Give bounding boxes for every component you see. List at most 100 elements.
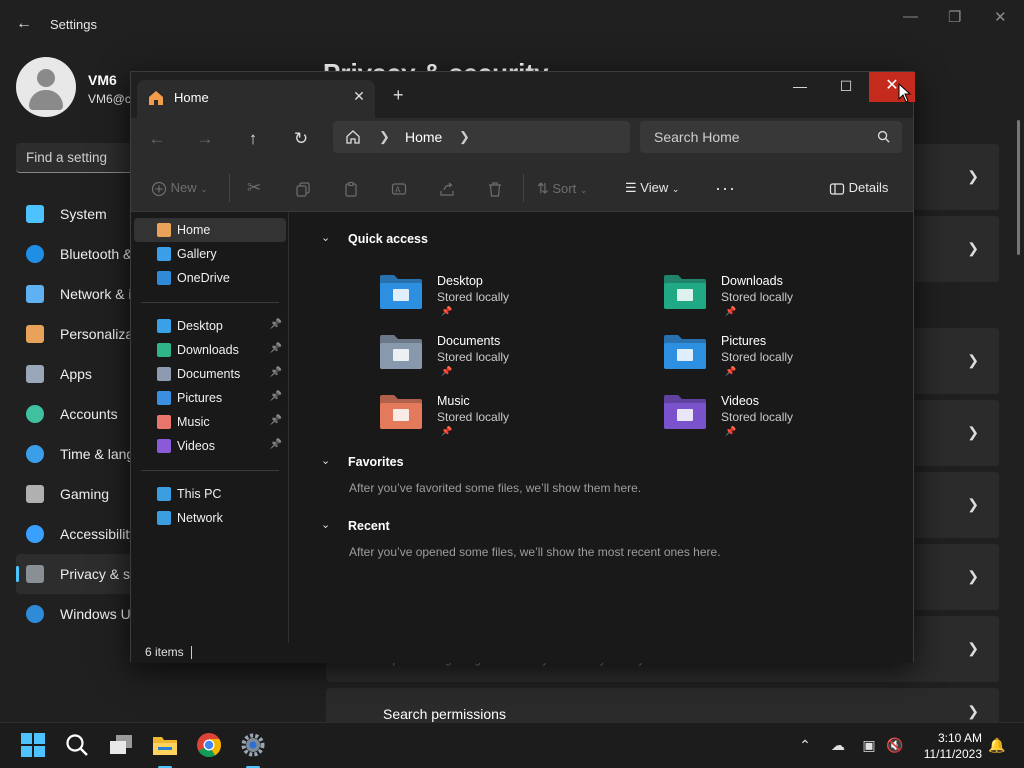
chevron-right-icon: ❯ <box>967 352 979 368</box>
chevron-up-icon[interactable]: ⌃ <box>796 736 814 754</box>
paste-icon[interactable] <box>343 178 359 198</box>
nav-item-gallery[interactable]: Gallery <box>134 242 286 266</box>
clock[interactable]: 3:10 AM 11/11/2023 <box>912 730 982 762</box>
notification-bell-icon[interactable]: 🔔 <box>988 736 1006 754</box>
settings-nav-item[interactable]: Privacy & security <box>16 554 171 594</box>
chevron-right-icon: ❯ <box>967 640 979 656</box>
pin-icon[interactable]: 📌 <box>270 415 282 426</box>
chevron-right-icon[interactable]: ❯ <box>459 129 470 145</box>
breadcrumb-home[interactable]: Home <box>405 129 442 145</box>
nav-item-videos[interactable]: Videos 📌 <box>134 434 286 458</box>
up-button[interactable]: ↑ <box>241 127 265 151</box>
chevron-right-icon: ❯ <box>967 168 979 184</box>
details-pane-icon <box>829 182 845 195</box>
person-icon <box>26 405 44 423</box>
nav-item-onedrive[interactable]: OneDrive <box>134 266 286 290</box>
search-box[interactable] <box>640 121 902 153</box>
settings-nav: System Bluetooth & devices Network & inter… <box>16 194 184 634</box>
volume-muted-icon[interactable]: 🔇 <box>886 736 904 754</box>
chevron-right-icon: ❯ <box>967 240 979 256</box>
quick-access-item[interactable]: Desktop Stored locally 📌 <box>379 272 629 328</box>
more-options-icon[interactable]: ··· <box>715 178 736 198</box>
pin-icon[interactable]: 📌 <box>270 367 282 378</box>
nav-item-downloads[interactable]: Downloads 📌 <box>134 338 286 362</box>
settings-nav-item[interactable]: Accessibility <box>16 514 136 554</box>
restore-icon[interactable]: ❐ <box>948 8 961 26</box>
share-icon[interactable] <box>439 178 455 198</box>
search-input[interactable] <box>640 121 870 153</box>
chrome-icon[interactable] <box>196 732 222 758</box>
pin-icon[interactable]: 📌 <box>270 391 282 402</box>
sort-button[interactable]: ⇅ Sort ⌄ <box>537 178 587 198</box>
new-button[interactable]: New ⌄ <box>151 178 208 198</box>
nav-item-pictures[interactable]: Pictures 📌 <box>134 386 286 410</box>
settings-nav-item[interactable]: Network & internet <box>16 274 175 314</box>
settings-taskbar-button[interactable] <box>240 732 266 768</box>
file-explorer-taskbar-button[interactable] <box>152 732 178 768</box>
task-view-icon[interactable] <box>108 732 134 758</box>
chevron-down-icon[interactable]: ⌄ <box>321 231 330 244</box>
quick-access-item[interactable]: Music Stored locally 📌 <box>379 392 629 448</box>
settings-nav-item[interactable]: Time & language <box>16 434 165 474</box>
minimize-button[interactable]: — <box>777 72 823 102</box>
pin-icon[interactable]: 📌 <box>270 343 282 354</box>
settings-nav-item[interactable]: Gaming <box>16 474 136 514</box>
delete-icon[interactable] <box>487 178 503 198</box>
copy-icon[interactable] <box>295 178 311 198</box>
settings-nav-item[interactable]: Accounts <box>16 394 136 434</box>
toolbar-divider <box>229 174 230 202</box>
forward-button[interactable]: → <box>193 127 217 151</box>
new-tab-button[interactable]: + <box>393 85 404 106</box>
settings-nav-item[interactable]: Bluetooth & devices <box>16 234 184 274</box>
tab-home[interactable]: Home ✕ <box>137 80 375 118</box>
status-bar: 6 items <box>131 643 913 663</box>
pin-icon[interactable]: 📌 <box>270 439 282 450</box>
quick-access-item[interactable]: Pictures Stored locally 📌 <box>663 332 913 388</box>
nav-item-documents[interactable]: Documents 📌 <box>134 362 286 386</box>
plus-circle-icon <box>151 181 167 196</box>
nav-item-this-pc[interactable]: This PC <box>134 482 286 506</box>
network-icon[interactable]: ▣ <box>860 736 878 754</box>
find-setting-placeholder: Find a setting <box>26 150 108 165</box>
find-setting-input[interactable]: Find a setting <box>16 143 136 173</box>
quick-access-item[interactable]: Videos Stored locally 📌 <box>663 392 913 448</box>
settings-nav-item[interactable]: Windows Update <box>16 594 166 634</box>
maximize-button[interactable]: ☐ <box>823 72 869 102</box>
quick-access-item[interactable]: Documents Stored locally 📌 <box>379 332 629 388</box>
nav-item-label: OneDrive <box>177 271 230 285</box>
home-outline-icon <box>346 130 360 144</box>
scrollbar[interactable] <box>1017 120 1020 255</box>
file-explorer-window: Home ✕ + — ☐ ✕ ← → ↑ ↻ ❯ Home ❯ New ⌄ ✂ <box>130 71 915 663</box>
rename-icon[interactable]: A <box>391 178 407 198</box>
close-tab-icon[interactable]: ✕ <box>351 88 367 105</box>
chevron-down-icon[interactable]: ⌄ <box>321 518 330 531</box>
chevron-down-icon[interactable]: ⌄ <box>321 454 330 467</box>
tab-bar: Home ✕ + — ☐ ✕ <box>131 72 915 118</box>
start-icon[interactable] <box>20 732 46 758</box>
settings-nav-item[interactable]: System <box>16 194 136 234</box>
back-button[interactable]: ← <box>145 127 169 151</box>
favorites-heading[interactable]: Favorites <box>348 455 404 469</box>
cut-icon[interactable]: ✂ <box>247 178 261 198</box>
minimize-icon[interactable]: — <box>903 8 918 25</box>
close-icon[interactable]: ✕ <box>994 8 1007 26</box>
nav-item-home[interactable]: Home <box>134 218 286 242</box>
quick-access-heading[interactable]: Quick access <box>348 232 428 246</box>
view-button[interactable]: ☰ View ⌄ <box>625 178 679 198</box>
back-arrow-icon[interactable]: ← <box>14 14 34 34</box>
breadcrumb[interactable]: ❯ Home ❯ <box>333 121 630 153</box>
settings-nav-item[interactable]: Personalization <box>16 314 156 354</box>
avatar[interactable] <box>16 57 76 117</box>
settings-nav-item[interactable]: Apps <box>16 354 136 394</box>
quick-access-item[interactable]: Downloads Stored locally 📌 <box>663 272 913 328</box>
pin-icon: 📌 <box>441 366 453 376</box>
refresh-button[interactable]: ↻ <box>289 127 313 151</box>
search-icon[interactable] <box>64 732 90 758</box>
onedrive-off-icon[interactable]: ☁ <box>829 736 847 754</box>
recent-heading[interactable]: Recent <box>348 519 390 533</box>
nav-item-music[interactable]: Music 📌 <box>134 410 286 434</box>
nav-item-network[interactable]: Network <box>134 506 286 530</box>
pin-icon[interactable]: 📌 <box>270 319 282 330</box>
details-button[interactable]: Details <box>829 178 888 198</box>
nav-item-desktop[interactable]: Desktop 📌 <box>134 314 286 338</box>
